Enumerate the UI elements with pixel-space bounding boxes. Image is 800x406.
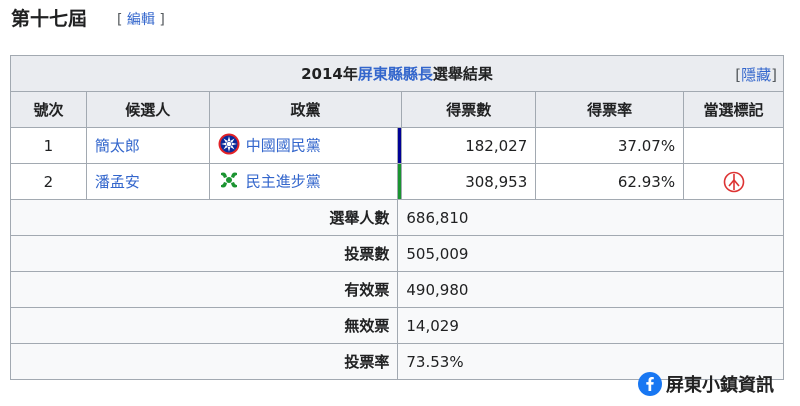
caption-office-link[interactable]: 屏東縣縣長 — [358, 65, 433, 83]
election-results-table: 2014年屏東縣縣長選舉結果 [隱藏] 號次 候選人 政黨 得票數 得票率 當選… — [9, 55, 784, 380]
watermark: 屏東小鎮資訊 — [638, 371, 774, 397]
header-elected-mark: 當選標記 — [683, 91, 784, 128]
summary-label: 無效票 — [9, 307, 399, 344]
edit-bracket-close: ] — [159, 12, 165, 28]
candidate-votes: 182,027 — [401, 127, 537, 164]
summary-label: 選舉人數 — [9, 199, 399, 236]
watermark-text: 屏東小鎮資訊 — [666, 375, 774, 396]
summary-row: 有效票 490,980 — [9, 271, 784, 308]
summary-label: 有效票 — [9, 271, 399, 308]
hide-link[interactable]: 隱藏 — [741, 66, 771, 84]
candidate-number: 1 — [10, 127, 87, 164]
hide-toggle: [隱藏] — [735, 64, 777, 85]
summary-value: 686,810 — [397, 199, 784, 236]
candidate-number: 2 — [10, 163, 87, 200]
hide-bracket-close: ] — [771, 66, 777, 84]
summary-value: 490,980 — [397, 271, 784, 308]
candidate-name-cell: 潘孟安 — [85, 163, 210, 200]
header-party: 政黨 — [208, 91, 403, 128]
summary-label: 投票數 — [9, 235, 399, 272]
table-header-row: 號次 候選人 政黨 得票數 得票率 當選標記 — [10, 91, 784, 128]
party-link[interactable]: 民主進步黨 — [246, 172, 321, 190]
candidate-name-link[interactable]: 潘孟安 — [95, 173, 140, 191]
candidate-percentage: 37.07% — [535, 127, 685, 164]
header-percentage: 得票率 — [535, 91, 685, 128]
summary-row: 選舉人數 686,810 — [9, 199, 784, 236]
edit-bracket-open: [ — [117, 12, 123, 28]
candidate-name-cell: 簡太郎 — [85, 127, 210, 164]
facebook-icon — [638, 372, 662, 396]
party-cell: 中國國民黨 — [208, 127, 399, 164]
dpp-flag-icon — [218, 169, 240, 195]
edit-link[interactable]: 編輯 — [127, 12, 155, 28]
table-row: 2 潘孟安 民主進步黨 308,953 62.93% — [10, 163, 784, 200]
party-link[interactable]: 中國國民黨 — [246, 136, 321, 154]
candidate-percentage: 62.93% — [535, 163, 685, 200]
party-cell: 民主進步黨 — [208, 163, 399, 200]
summary-row: 投票數 505,009 — [9, 235, 784, 272]
summary-label: 投票率 — [9, 343, 399, 380]
header-candidate: 候選人 — [85, 91, 210, 128]
caption-suffix: 選舉結果 — [432, 65, 493, 83]
kmt-sun-icon — [218, 133, 240, 159]
elected-mark-cell — [683, 163, 784, 200]
table-row: 1 簡太郎 中國國民黨 182,027 37.07% — [10, 127, 784, 164]
summary-row: 無效票 14,029 — [9, 307, 784, 344]
summary-value: 505,009 — [397, 235, 784, 272]
header-votes: 得票數 — [401, 91, 537, 128]
candidate-votes: 308,953 — [401, 163, 537, 200]
candidate-name-link[interactable]: 簡太郎 — [95, 137, 140, 155]
elected-stamp-icon — [723, 171, 745, 192]
summary-value: 14,029 — [397, 307, 784, 344]
elected-mark-cell — [683, 127, 784, 164]
table-caption-row: 2014年屏東縣縣長選舉結果 [隱藏] — [10, 55, 784, 92]
table-caption: 2014年屏東縣縣長選舉結果 [隱藏] — [10, 55, 784, 92]
edit-section: [ 編輯 ] — [117, 10, 165, 30]
section-heading: 第十七屆 — [11, 8, 88, 30]
header-number: 號次 — [10, 91, 87, 128]
caption-year: 2014年 — [301, 65, 358, 83]
